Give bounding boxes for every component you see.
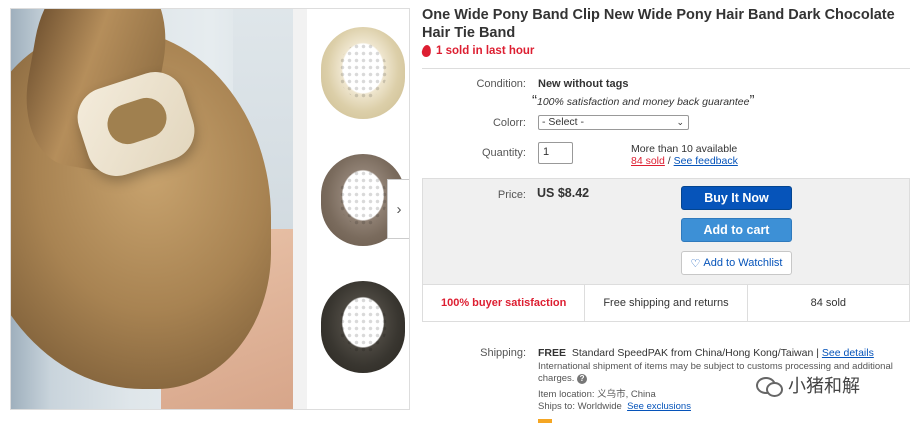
- sold-feedback-line: 84 sold / See feedback: [631, 155, 738, 167]
- sold-stat: 84 sold: [810, 297, 847, 309]
- item-location: Item location: 义乌市, China: [538, 389, 656, 400]
- watermark: 小猪和解: [756, 372, 860, 398]
- watermark-text: 小猪和解: [788, 376, 860, 397]
- quantity-input[interactable]: 1: [538, 142, 573, 164]
- condition-value: New without tags: [538, 78, 629, 90]
- buy-it-now-button[interactable]: Buy It Now: [681, 186, 792, 210]
- chevron-down-icon: ⌄: [676, 117, 684, 127]
- price-value: US $8.42: [537, 186, 590, 200]
- question-icon[interactable]: ?: [577, 374, 588, 384]
- shipping-free: FREE: [538, 347, 567, 359]
- color-select[interactable]: - Select - ⌄: [538, 115, 689, 130]
- color-select-value: - Select -: [542, 116, 585, 128]
- see-exclusions-link[interactable]: See exclusions: [627, 401, 691, 412]
- flame-icon: [421, 44, 432, 58]
- ships-to-text: Ships to: Worldwide: [538, 401, 622, 412]
- ships-to-line: Ships to: Worldwide See exclusions: [538, 401, 691, 412]
- listing-title: One Wide Pony Band Clip New Wide Pony Ha…: [422, 7, 895, 41]
- thumbnail-beige-band[interactable]: [321, 27, 405, 119]
- watchlist-label: Add to Watchlist: [703, 257, 783, 269]
- add-to-cart-button[interactable]: Add to cart: [681, 218, 792, 242]
- availability-text: More than 10 available: [631, 143, 738, 155]
- sold-count-link[interactable]: 84 sold: [631, 155, 665, 167]
- orange-tab-marker: [538, 419, 552, 423]
- shipping-method: Standard SpeedPAK from China/Hong Kong/T…: [571, 347, 814, 359]
- quantity-label: Quantity:: [481, 147, 526, 159]
- shipping-line: FREE Standard SpeedPAK from China/Hong K…: [538, 347, 874, 359]
- see-feedback-link[interactable]: See feedback: [674, 155, 738, 167]
- quote-close-mark: ”: [749, 92, 755, 109]
- hot-text: 1 sold in last hour: [436, 45, 535, 57]
- condition-quote: “100% satisfaction and money back guaran…: [532, 92, 754, 109]
- chevron-right-icon[interactable]: ›: [387, 179, 409, 239]
- main-product-photo[interactable]: [11, 9, 293, 409]
- buyer-satisfaction-stat: 100% buyer satisfaction: [423, 285, 586, 321]
- add-to-watchlist-button[interactable]: ♡ Add to Watchlist: [681, 251, 792, 275]
- image-gallery: ›: [10, 8, 410, 410]
- shipping-label: Shipping:: [480, 347, 526, 359]
- condition-label: Condition:: [476, 78, 526, 90]
- see-details-link[interactable]: See details: [822, 347, 874, 359]
- quote-text: 100% satisfaction and money back guarant…: [537, 96, 750, 108]
- price-label: Price:: [497, 189, 526, 201]
- heart-icon: ♡: [690, 257, 701, 270]
- chat-bubbles-icon: [756, 375, 783, 397]
- free-shipping-stat: Free shipping and returns: [585, 285, 748, 321]
- hot-indicator: 1 sold in last hour: [421, 44, 535, 58]
- shipping-sep: |: [813, 347, 822, 359]
- stats-strip: 100% buyer satisfaction Free shipping an…: [422, 285, 910, 322]
- divider: [422, 68, 910, 69]
- separator: /: [664, 155, 674, 167]
- color-label: Colorr:: [492, 117, 526, 129]
- thumbnail-dark-band[interactable]: [321, 281, 405, 373]
